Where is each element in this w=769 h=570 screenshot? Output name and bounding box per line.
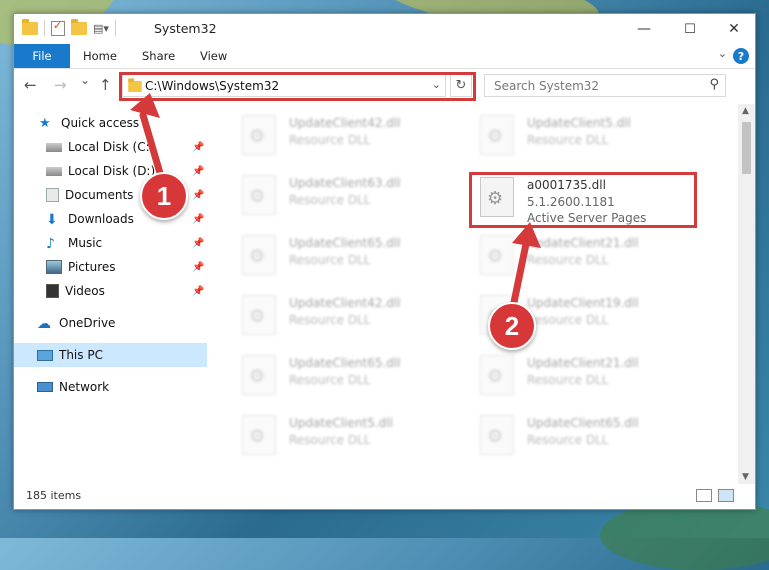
annotation-arrows: [130, 93, 541, 316]
callout-step-1: 1: [140, 172, 188, 220]
arrow-2-head: [512, 222, 541, 248]
arrow-1: [139, 111, 166, 184]
callout-step-2: 2: [488, 302, 536, 350]
